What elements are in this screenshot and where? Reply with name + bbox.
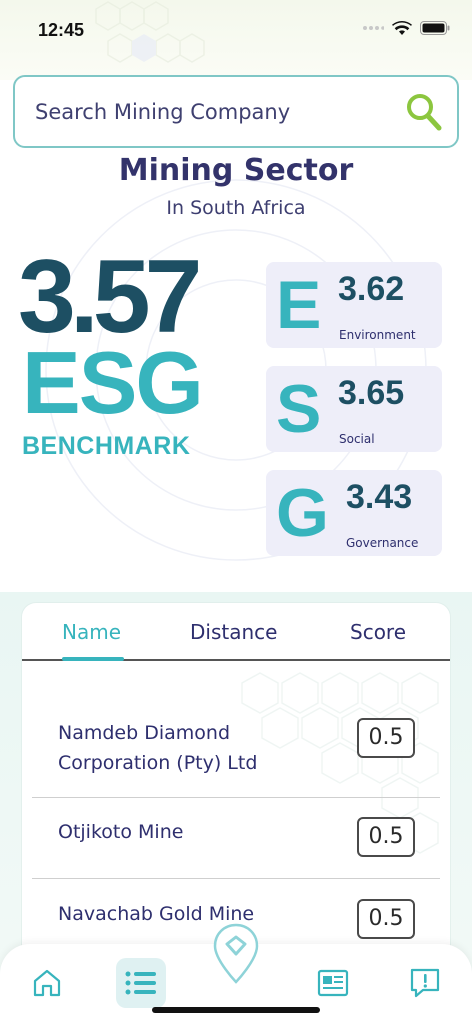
company-name: Navachab Gold Mine	[58, 903, 255, 925]
list-item[interactable]: Otjikoto Mine 0.5	[32, 815, 440, 875]
company-score: 0.5	[357, 718, 415, 758]
battery-icon	[420, 21, 450, 35]
news-icon	[317, 969, 349, 997]
pillar-value: 3.62	[338, 270, 405, 308]
governance-score-card: G 3.43 Governance	[266, 470, 442, 556]
nav-feedback-button[interactable]	[400, 958, 450, 1008]
tab-score[interactable]: Score	[350, 620, 406, 644]
divider	[32, 878, 440, 879]
pillar-label: Governance	[346, 536, 419, 550]
search-bar[interactable]	[13, 75, 459, 148]
company-score: 0.5	[357, 817, 415, 857]
company-name: Otjikoto Mine	[58, 821, 184, 843]
status-time: 12:45	[38, 20, 85, 40]
list-item[interactable]: Namdeb Diamond Corporation (Pty) Ltd 0.5	[32, 715, 440, 795]
tab-name[interactable]: Name	[62, 620, 121, 644]
environment-score-card: E 3.62 Environment	[266, 262, 442, 348]
feedback-icon	[410, 968, 440, 998]
company-score: 0.5	[357, 899, 415, 939]
active-tab-indicator	[62, 657, 124, 661]
pillar-label: Environment	[339, 328, 416, 342]
pillar-letter: G	[276, 475, 329, 551]
divider	[32, 797, 440, 798]
sort-tabs: Name Distance Score	[22, 603, 450, 661]
status-icons	[362, 20, 450, 36]
wifi-icon	[392, 21, 412, 35]
nav-news-button[interactable]	[308, 958, 358, 1008]
pillar-value: 3.65	[338, 374, 405, 412]
nav-home-button[interactable]	[22, 958, 72, 1008]
pillar-label: Social	[339, 432, 375, 446]
home-indicator	[152, 1007, 320, 1013]
page-title: Mining Sector	[118, 153, 354, 188]
status-bar: 12:45	[0, 0, 472, 60]
social-score-card: S 3.65 Social	[266, 366, 442, 452]
home-icon	[33, 969, 61, 997]
esg-label: ESG	[22, 333, 204, 432]
nav-list-button[interactable]	[116, 958, 166, 1008]
cellular-signal-icon	[363, 26, 384, 30]
company-name: Namdeb Diamond Corporation (Pty) Ltd	[58, 722, 258, 774]
search-input[interactable]	[35, 99, 395, 124]
search-icon[interactable]	[405, 92, 443, 132]
pillar-letter: S	[276, 371, 322, 447]
pillar-value: 3.43	[346, 478, 413, 516]
map-pin-icon[interactable]	[211, 922, 261, 986]
benchmark-caption: BENCHMARK	[22, 432, 191, 460]
tab-distance[interactable]: Distance	[190, 620, 277, 644]
pillar-letter: E	[276, 267, 322, 343]
list-icon	[125, 971, 156, 995]
page-subtitle: In South Africa	[166, 197, 306, 219]
